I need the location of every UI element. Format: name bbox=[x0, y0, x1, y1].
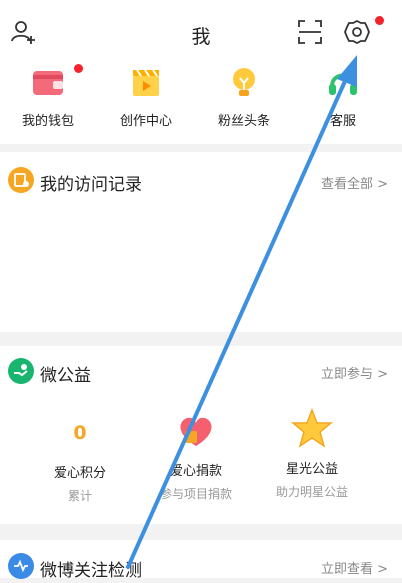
star-charity-sub: 助力明星公益 bbox=[275, 485, 348, 499]
visit-history-title: 我的访问记录 bbox=[40, 175, 142, 195]
shortcut-bar: 我的钱包 创作中心 粉丝头条 客服 bbox=[0, 64, 402, 144]
love-points-label: 爱心积分 bbox=[53, 466, 106, 481]
star-charity-label: 星光公益 bbox=[285, 462, 338, 477]
charity-icon bbox=[8, 358, 34, 384]
shortcut-fans-headline[interactable]: 粉丝头条 bbox=[199, 64, 289, 129]
view-now-link[interactable]: 立即查看 > bbox=[321, 558, 388, 577]
love-points-item[interactable]: 0 爱心积分 累计 bbox=[25, 422, 135, 504]
scan-icon[interactable] bbox=[296, 18, 324, 46]
shortcut-customer-service[interactable]: 客服 bbox=[298, 64, 388, 129]
charity-card: 微公益 立即参与 > 0 爱心积分 累计 爱心捐款 参与项目捐款 星光公益 助力… bbox=[0, 346, 402, 524]
shortcut-wallet[interactable]: 我的钱包 bbox=[3, 64, 93, 129]
top-bar: 我 bbox=[0, 0, 402, 64]
follow-check-icon bbox=[8, 553, 34, 579]
settings-gear-icon[interactable] bbox=[343, 18, 371, 46]
follow-check-title: 微博关注检测 bbox=[40, 561, 142, 581]
heart-donation-icon bbox=[141, 408, 251, 452]
shortcut-creator-center[interactable]: 创作中心 bbox=[101, 64, 191, 129]
view-all-link[interactable]: 查看全部 > bbox=[321, 173, 388, 192]
love-donation-item[interactable]: 爱心捐款 参与项目捐款 bbox=[141, 408, 251, 502]
love-donation-label: 爱心捐款 bbox=[169, 464, 222, 479]
wallet-icon bbox=[29, 64, 67, 102]
love-donation-sub: 参与项目捐款 bbox=[159, 487, 232, 501]
visit-history-icon bbox=[8, 167, 34, 193]
join-now-link[interactable]: 立即参与 > bbox=[321, 363, 388, 382]
visit-history-card: 我的访问记录 查看全部 > bbox=[0, 152, 402, 332]
charity-title: 微公益 bbox=[40, 366, 91, 386]
clapperboard-icon bbox=[127, 64, 165, 102]
star-charity-item[interactable]: 星光公益 助力明星公益 bbox=[257, 406, 367, 500]
settings-badge-dot bbox=[375, 16, 384, 25]
page-title: 我 bbox=[191, 26, 211, 48]
headset-icon bbox=[324, 64, 362, 102]
lightbulb-icon bbox=[225, 64, 263, 102]
wallet-badge-dot bbox=[74, 64, 83, 73]
star-icon bbox=[257, 406, 367, 452]
love-points-value: 0 bbox=[73, 422, 87, 444]
weibo-follow-check-card: 微博关注检测 立即查看 > bbox=[0, 540, 402, 581]
love-points-sub: 累计 bbox=[67, 489, 92, 503]
